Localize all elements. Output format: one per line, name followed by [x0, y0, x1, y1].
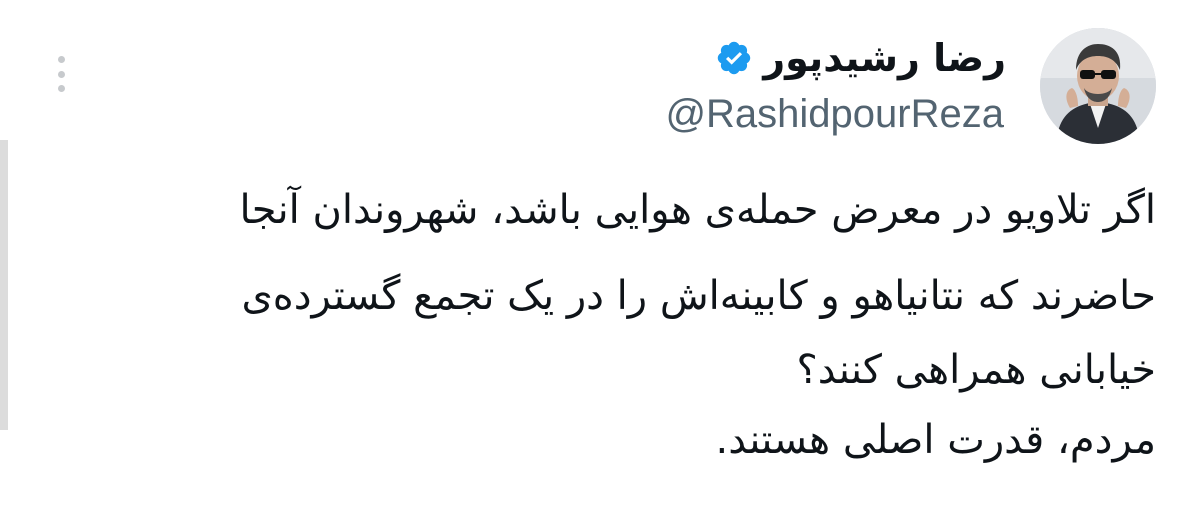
author-display-name[interactable]: رضا رشیدپور	[763, 36, 1006, 80]
profile-avatar[interactable]	[1040, 28, 1156, 144]
tweet-line: حاضرند که نتانیاهو و کابینه‌اش را در یک …	[241, 273, 1156, 319]
tweet-text: اگر تلاویو در معرض حمله‌ی هوایی باشد، شه…	[46, 168, 1156, 482]
more-dot	[57, 70, 65, 78]
more-vertical-icon	[57, 56, 65, 63]
more-options-button[interactable]	[50, 56, 72, 92]
tweet-line: مردم، قدرت اصلی هستند.	[715, 417, 1156, 463]
left-edge-strip	[0, 140, 8, 430]
tweet-line: اگر تلاویو در معرض حمله‌ی هوایی باشد، شه…	[239, 187, 1156, 233]
more-dot	[57, 85, 65, 92]
avatar-photo	[1040, 28, 1156, 144]
author-name-row: رضا رشیدپور	[715, 30, 1006, 86]
author-handle[interactable]: @RashidpourReza	[665, 92, 1004, 137]
verified-badge-icon	[717, 41, 751, 75]
